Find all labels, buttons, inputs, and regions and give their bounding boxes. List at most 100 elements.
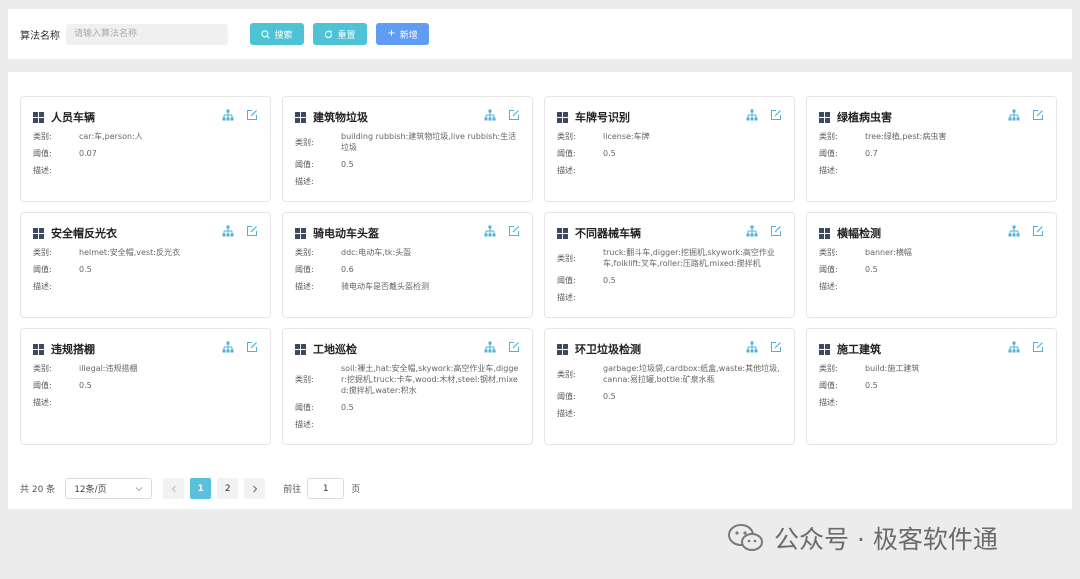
algorithm-name-input[interactable] (66, 23, 228, 45)
edit-icon[interactable] (508, 225, 520, 237)
hierarchy-icon[interactable] (222, 109, 234, 121)
threshold-label: 阈值: (33, 381, 52, 390)
category-value: illegal:违规搭棚 (79, 364, 138, 373)
card-title: 骑电动车头盔 (313, 227, 379, 240)
threshold-row: 阈值: 0.5 (33, 380, 258, 391)
category-label: 类别: (33, 248, 52, 257)
reset-button[interactable]: 重置 (313, 23, 367, 45)
algorithm-name-label: 算法名称 (20, 30, 60, 42)
hierarchy-icon[interactable] (484, 341, 496, 353)
edit-icon[interactable] (508, 341, 520, 353)
grid-icon (33, 111, 44, 123)
description-label: 描述: (819, 282, 838, 291)
category-label: 类别: (33, 364, 52, 373)
search-button[interactable]: 搜索 (250, 23, 304, 45)
algorithm-card-grid: 人员车辆 类别: car:车,person:人 阈值: 0.07 描述: 建筑物… (20, 96, 1057, 445)
category-row: 类别: helmet:安全帽,vest:反光衣 (33, 247, 258, 258)
page-button-2[interactable]: 2 (217, 478, 239, 499)
page-button-1[interactable]: 1 (190, 478, 212, 499)
threshold-value: 0.5 (341, 160, 354, 169)
threshold-label: 阈值: (819, 265, 838, 274)
category-label: 类别: (295, 137, 314, 147)
card-actions (746, 109, 782, 121)
threshold-value: 0.7 (865, 149, 878, 158)
description-label: 描述: (819, 398, 838, 407)
threshold-value: 0.6 (341, 265, 354, 274)
description-value (603, 408, 782, 419)
card-actions (1008, 109, 1044, 121)
description-row: 描述: (557, 292, 782, 303)
edit-icon[interactable] (1032, 341, 1044, 353)
plus-icon: + (387, 28, 396, 39)
threshold-label: 阈值: (557, 149, 576, 158)
card-actions (1008, 225, 1044, 237)
edit-icon[interactable] (770, 109, 782, 121)
refresh-icon (325, 29, 333, 38)
card-actions (222, 109, 258, 121)
card-title: 横幅检测 (837, 227, 881, 240)
threshold-row: 阈值: 0.5 (33, 264, 258, 275)
algorithm-card: 不同器械车辆 类别: truck:翻斗车,digger:挖掘机,skywork:… (544, 212, 795, 318)
category-label: 类别: (819, 364, 838, 373)
card-title: 建筑物垃圾 (313, 111, 368, 124)
category-label: 类别: (819, 132, 838, 141)
next-page-button[interactable] (244, 478, 266, 499)
goto-page-input[interactable] (307, 478, 345, 499)
grid-icon (295, 227, 306, 239)
total-count: 共 20 条 (20, 485, 56, 495)
hierarchy-icon[interactable] (1008, 225, 1020, 237)
description-row: 描述: 骑电动车是否戴头盔检测 (295, 281, 520, 292)
edit-icon[interactable] (246, 109, 258, 121)
card-actions (484, 109, 520, 121)
edit-icon[interactable] (246, 225, 258, 237)
description-value (865, 165, 1044, 176)
category-row: 类别: truck:翻斗车,digger:挖掘机,skywork:高空作业车,f… (557, 247, 782, 269)
threshold-value: 0.5 (603, 276, 616, 285)
hierarchy-icon[interactable] (484, 225, 496, 237)
edit-icon[interactable] (246, 341, 258, 353)
card-title: 工地巡检 (313, 343, 357, 356)
edit-icon[interactable] (770, 341, 782, 353)
edit-icon[interactable] (770, 225, 782, 237)
description-label: 描述: (295, 282, 314, 291)
category-value: banner:横幅 (865, 248, 912, 257)
edit-icon[interactable] (1032, 225, 1044, 237)
reset-button-label: 重置 (337, 30, 356, 41)
threshold-row: 阈值: 0.5 (557, 391, 782, 402)
grid-icon (557, 111, 568, 123)
page-size-select[interactable]: 12条/页 (65, 478, 153, 499)
edit-icon[interactable] (508, 109, 520, 121)
card-title: 车牌号识别 (575, 111, 630, 124)
hierarchy-icon[interactable] (746, 341, 758, 353)
threshold-value: 0.5 (79, 265, 92, 274)
description-value: 骑电动车是否戴头盔检测 (341, 282, 429, 291)
card-actions (746, 225, 782, 237)
pagination: 共 20 条 12条/页 1 2 前往 页 (20, 478, 360, 499)
description-label: 描述: (295, 420, 314, 429)
hierarchy-icon[interactable] (746, 109, 758, 121)
threshold-label: 阈值: (33, 265, 52, 274)
edit-icon[interactable] (1032, 109, 1044, 121)
hierarchy-icon[interactable] (1008, 109, 1020, 121)
threshold-value: 0.5 (865, 265, 878, 274)
threshold-row: 阈值: 0.5 (819, 264, 1044, 275)
prev-page-button[interactable] (163, 478, 185, 499)
threshold-row: 阈值: 0.5 (295, 159, 520, 170)
hierarchy-icon[interactable] (222, 225, 234, 237)
watermark-text: 公众号 · 极客软件通 (774, 525, 998, 554)
grid-icon (33, 343, 44, 355)
category-row: 类别: ddc:电动车,tk:头盔 (295, 247, 520, 258)
add-button-label: 新增 (399, 30, 418, 41)
watermark: 公众号 · 极客软件通 (726, 520, 998, 556)
algorithm-card: 绿植病虫害 类别: tree:绿植,pest:病虫害 阈值: 0.7 描述: (806, 96, 1057, 202)
algorithm-card: 环卫垃圾检测 类别: garbage:垃圾袋,cardbox:纸盒,waste:… (544, 328, 795, 445)
category-value: tree:绿植,pest:病虫害 (865, 132, 947, 141)
description-label: 描述: (557, 166, 576, 175)
hierarchy-icon[interactable] (222, 341, 234, 353)
hierarchy-icon[interactable] (1008, 341, 1020, 353)
threshold-value: 0.5 (341, 403, 354, 412)
hierarchy-icon[interactable] (746, 225, 758, 237)
description-value (341, 419, 520, 430)
hierarchy-icon[interactable] (484, 109, 496, 121)
add-button[interactable]: + 新增 (376, 23, 429, 45)
